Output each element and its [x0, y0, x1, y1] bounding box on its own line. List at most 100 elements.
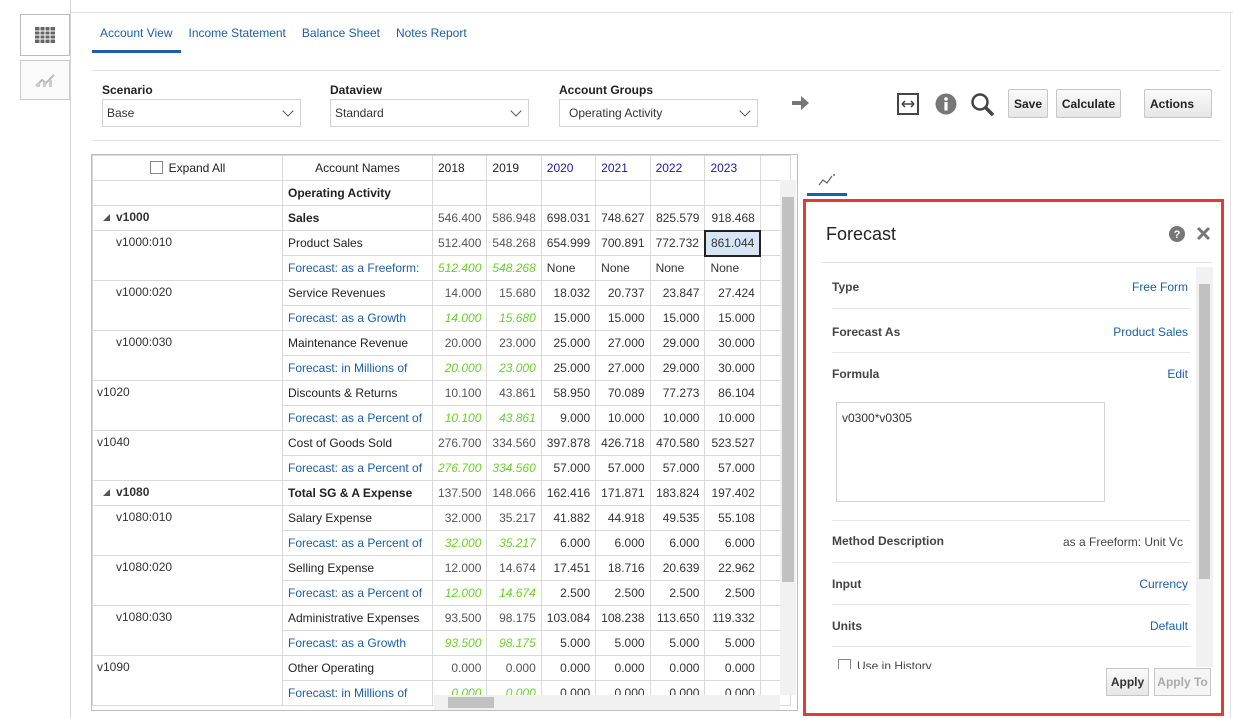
actions-button[interactable]: Actions [1144, 89, 1212, 118]
account-groups-select[interactable]: Operating Activity [559, 99, 758, 127]
member-cell[interactable] [92, 680, 283, 706]
formula-box[interactable]: v0300*v0305 [836, 402, 1105, 502]
member-cell[interactable] [92, 405, 283, 431]
value-cell[interactable]: 0.000 [540, 655, 597, 681]
value-cell[interactable]: 55.108 [704, 505, 761, 531]
grid-horizontal-scroll-thumb[interactable] [448, 697, 494, 708]
value-cell[interactable]: 14.674 [486, 580, 542, 606]
value-cell[interactable]: 41.882 [540, 505, 597, 531]
member-cell[interactable]: v1000:020 [92, 280, 283, 306]
value-cell[interactable]: 15.000 [649, 305, 706, 331]
value-cell[interactable]: 748.627 [595, 205, 651, 231]
member-cell[interactable] [92, 530, 283, 556]
value-cell[interactable]: 108.238 [595, 605, 651, 631]
value-cell[interactable]: 6.000 [540, 530, 597, 556]
panel-scroll-thumb[interactable] [1199, 284, 1210, 579]
forecast-method-link[interactable]: Forecast: as a Percent of [282, 580, 433, 606]
account-name-cell[interactable]: Selling Expense [282, 555, 433, 581]
tab-forecast-panel[interactable] [807, 166, 847, 196]
value-cell[interactable]: 20.737 [595, 280, 651, 306]
value-cell[interactable]: 14.000 [431, 280, 488, 306]
member-cell[interactable]: v1000:010 [92, 230, 283, 256]
forecast-method-link[interactable]: Forecast: in Millions of [282, 680, 433, 706]
forecast-method-link[interactable]: Forecast: as a Percent of [282, 530, 433, 556]
forecast-as-value[interactable]: Product Sales [1113, 325, 1188, 339]
value-cell[interactable]: 32.000 [431, 505, 488, 531]
value-cell[interactable]: 14.674 [486, 555, 542, 581]
calculate-button[interactable]: Calculate [1056, 89, 1121, 118]
account-name-cell[interactable]: Total SG & A Expense [282, 480, 433, 506]
value-cell[interactable]: 148.066 [486, 480, 542, 506]
value-cell[interactable]: 103.084 [540, 605, 597, 631]
member-cell[interactable] [92, 305, 283, 331]
value-cell[interactable]: 27.424 [704, 280, 761, 306]
member-cell[interactable]: v1000 [92, 205, 283, 231]
value-cell[interactable]: 0.000 [649, 655, 706, 681]
info-icon[interactable] [935, 93, 957, 115]
tab-balance-sheet[interactable]: Balance Sheet [294, 26, 388, 53]
value-cell[interactable]: 12.000 [431, 555, 488, 581]
value-cell[interactable]: 25.000 [540, 355, 597, 381]
value-cell[interactable]: 6.000 [595, 530, 651, 556]
value-cell[interactable]: 113.650 [649, 605, 706, 631]
account-name-cell[interactable]: Salary Expense [282, 505, 433, 531]
value-cell[interactable]: 137.500 [431, 480, 488, 506]
value-cell[interactable]: 512.400 [431, 230, 488, 256]
value-cell[interactable]: 70.089 [595, 380, 651, 406]
account-name-cell[interactable]: Product Sales [282, 230, 433, 256]
value-cell[interactable]: 58.950 [540, 380, 597, 406]
value-cell[interactable]: 276.700 [431, 455, 488, 481]
value-cell[interactable]: 23.847 [649, 280, 706, 306]
value-cell[interactable]: 10.000 [649, 405, 706, 431]
arrow-right-icon[interactable] [792, 95, 810, 111]
value-cell[interactable] [540, 180, 597, 206]
save-button[interactable]: Save [1008, 89, 1048, 118]
value-cell[interactable]: 57.000 [649, 455, 706, 481]
value-cell[interactable]: 98.175 [486, 605, 542, 631]
value-cell[interactable]: 171.871 [595, 480, 651, 506]
value-cell[interactable]: 15.000 [540, 305, 597, 331]
value-cell[interactable]: 183.824 [649, 480, 706, 506]
member-cell[interactable]: v1090 [92, 655, 283, 681]
value-cell[interactable]: 43.861 [486, 380, 542, 406]
account-name-cell[interactable]: Administrative Expenses [282, 605, 433, 631]
value-cell[interactable]: 57.000 [540, 455, 597, 481]
value-cell[interactable]: 397.878 [540, 430, 597, 456]
tab-account-view[interactable]: Account View [92, 26, 181, 53]
value-cell[interactable]: 57.000 [704, 455, 761, 481]
value-cell[interactable]: 825.579 [649, 205, 706, 231]
value-cell[interactable]: 426.718 [595, 430, 651, 456]
value-cell[interactable]: 49.535 [649, 505, 706, 531]
value-cell[interactable]: 57.000 [595, 455, 651, 481]
value-cell[interactable]: 0.000 [704, 655, 761, 681]
value-cell[interactable]: 197.402 [704, 480, 761, 506]
value-cell[interactable]: 0.000 [431, 655, 488, 681]
tab-income-statement[interactable]: Income Statement [181, 26, 294, 53]
value-cell[interactable]: 918.468 [704, 205, 761, 231]
value-cell[interactable]: 27.000 [595, 355, 651, 381]
forecast-method-link[interactable]: Forecast: as a Percent of [282, 455, 433, 481]
value-cell[interactable]: 546.400 [431, 205, 488, 231]
value-cell[interactable]: 23.000 [486, 355, 542, 381]
value-cell[interactable]: 86.104 [704, 380, 761, 406]
collapse-triangle-icon[interactable] [103, 214, 110, 221]
scenario-select[interactable]: Base [102, 99, 301, 127]
value-cell[interactable]: 5.000 [595, 630, 651, 656]
value-cell[interactable]: 6.000 [704, 530, 761, 556]
value-cell[interactable]: 35.217 [486, 530, 542, 556]
value-cell[interactable]: None [540, 255, 597, 281]
value-cell[interactable]: 548.268 [486, 255, 542, 281]
member-cell[interactable] [92, 630, 283, 656]
member-cell[interactable] [92, 355, 283, 381]
value-cell[interactable]: 772.732 [649, 230, 706, 256]
value-cell[interactable]: 548.268 [486, 230, 542, 256]
value-cell[interactable]: 30.000 [704, 330, 761, 356]
value-cell[interactable]: 35.217 [486, 505, 542, 531]
apply-to-button[interactable]: Apply To [1154, 668, 1211, 696]
value-cell[interactable] [704, 180, 761, 206]
forecast-method-link[interactable]: Forecast: as a Freeform: [282, 255, 433, 281]
value-cell[interactable]: 2.500 [649, 580, 706, 606]
value-cell[interactable]: 29.000 [649, 330, 706, 356]
value-cell[interactable]: 77.273 [649, 380, 706, 406]
value-cell[interactable]: 2.500 [540, 580, 597, 606]
